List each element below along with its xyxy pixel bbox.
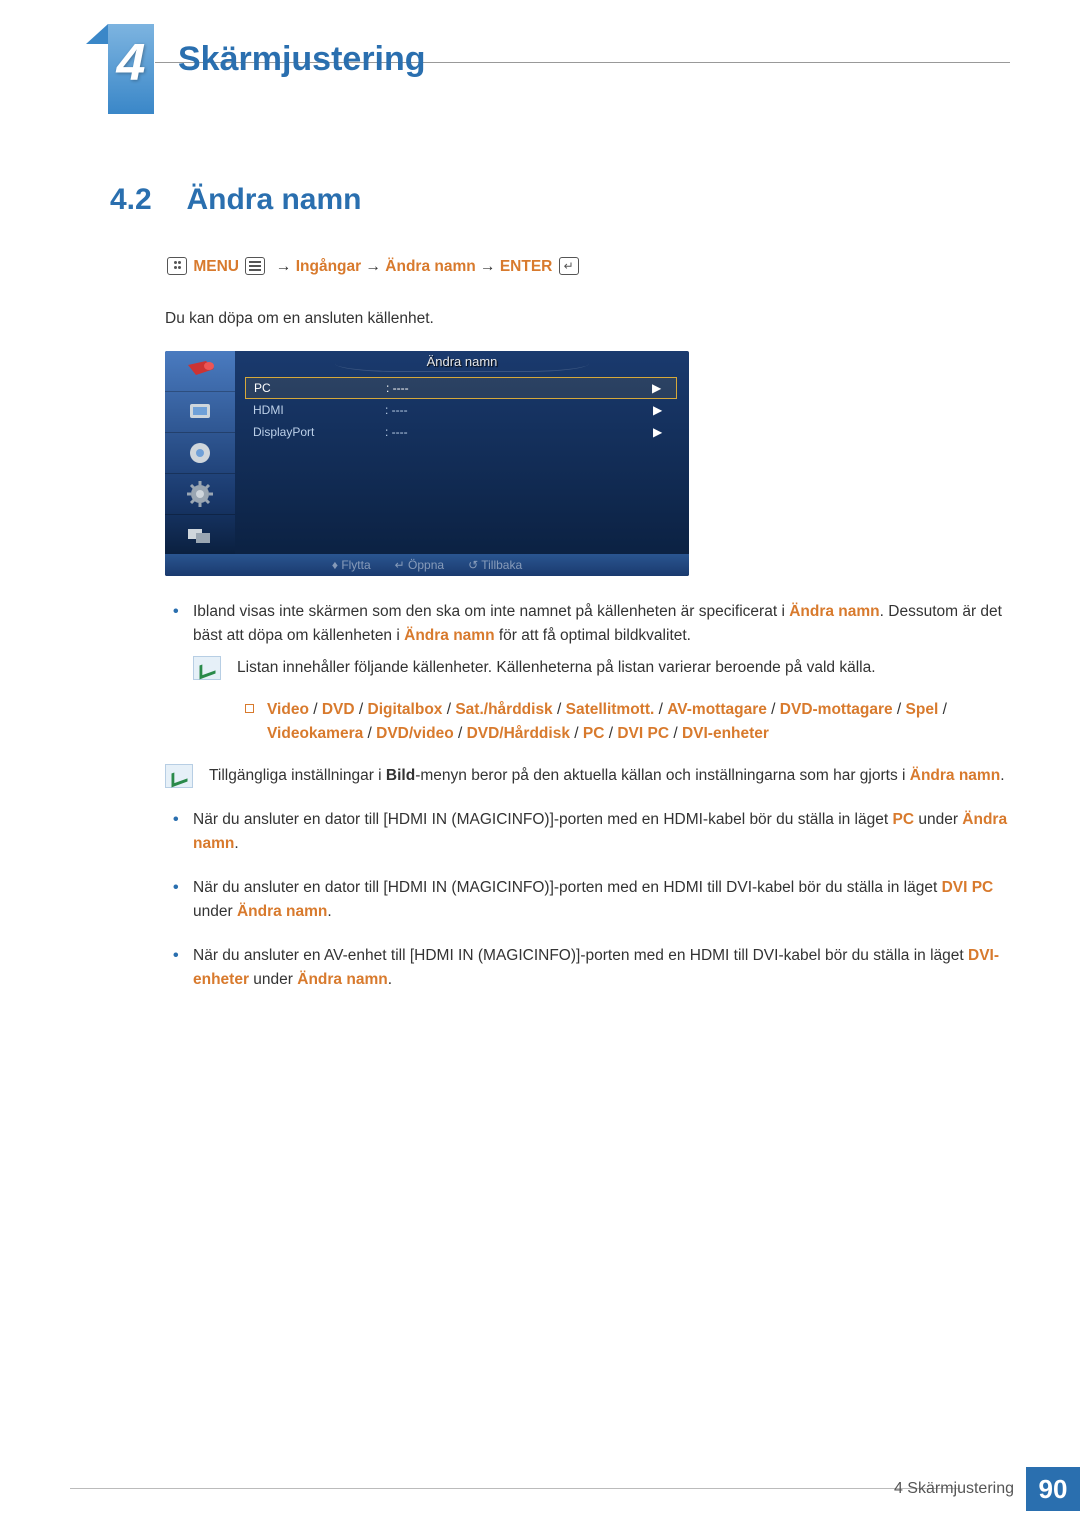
menu-label: MENU [193,258,239,275]
source-list: Video / DVD / Digitalbox / Sat./hårddisk… [237,698,1010,746]
chapter-title: Skärmjustering [178,40,426,79]
section-heading: 4.2 Ändra namn [110,183,361,217]
chevron-right-icon: ▶ [653,401,677,420]
osd-foot-open: ↵ Öppna [395,556,444,575]
chevron-right-icon: ▶ [652,379,676,398]
osd-title: Ändra namn [235,351,689,373]
content-body: MENU → Ingångar → Ändra namn → ENTER Du … [165,255,1010,1012]
osd-side-setup-icon [165,474,235,515]
chapter-badge: 4 [86,24,154,114]
page-number: 90 [1026,1467,1080,1511]
enter-icon [559,257,579,275]
intro-text: Du kan döpa om en ansluten källenhet. [165,307,1010,331]
osd-footer: ♦ Flytta ↵ Öppna ↺ Tillbaka [165,554,689,576]
list-item: När du ansluter en dator till [HDMI IN (… [165,808,1010,856]
menu-path: MENU → Ingångar → Ändra namn → ENTER [165,255,1010,279]
path-step-2: Ändra namn [385,258,475,275]
osd-foot-back: ↺ Tillbaka [468,556,522,575]
enter-label: ENTER [500,258,553,275]
footer-rule [70,1488,960,1489]
section-title: Ändra namn [186,183,361,216]
chevron-right-icon: ▶ [653,423,677,442]
note-icon [193,656,221,680]
page-footer: 4 Skärmjustering 90 [894,1467,1080,1511]
note-text: Tillgängliga inställningar i Bild-menyn … [209,764,1010,788]
osd-side-multi-icon [165,515,235,556]
osd-foot-move: ♦ Flytta [332,556,371,575]
osd-side-picture-icon [165,392,235,433]
note-icon [165,764,193,788]
list-item: Ibland visas inte skärmen som den ska om… [165,600,1010,788]
osd-list: PC : ---- ▶ HDMI : ---- ▶ DisplayPort : … [245,377,677,443]
osd-row-hdmi[interactable]: HDMI : ---- ▶ [245,399,677,421]
osd-row-dp[interactable]: DisplayPort : ---- ▶ [245,421,677,443]
path-step-1: Ingångar [296,258,361,275]
note-block: Tillgängliga inställningar i Bild-menyn … [165,764,1010,788]
osd-side-sound-icon [165,433,235,474]
footer-label: 4 Skärmjustering [894,1480,1026,1498]
note-block: Listan innehåller följande källenheter. … [193,656,1010,746]
section-number: 4.2 [110,183,182,217]
list-item: När du ansluter en AV-enhet till [HDMI I… [165,944,1010,992]
note-text: Listan innehåller följande källenheter. … [237,656,1010,680]
osd-screenshot: Ändra namn PC : ---- ▶ [165,351,689,576]
chapter-number: 4 [108,24,154,114]
bullet-list: Ibland visas inte skärmen som den ska om… [165,600,1010,992]
osd-row-pc[interactable]: PC : ---- ▶ [245,377,677,399]
list-item: När du ansluter en dator till [HDMI IN (… [165,876,1010,924]
osd-side-input-icon [165,351,235,392]
remote-icon [167,257,187,275]
osd-sidebar [165,351,235,556]
menu-icon [245,257,265,275]
